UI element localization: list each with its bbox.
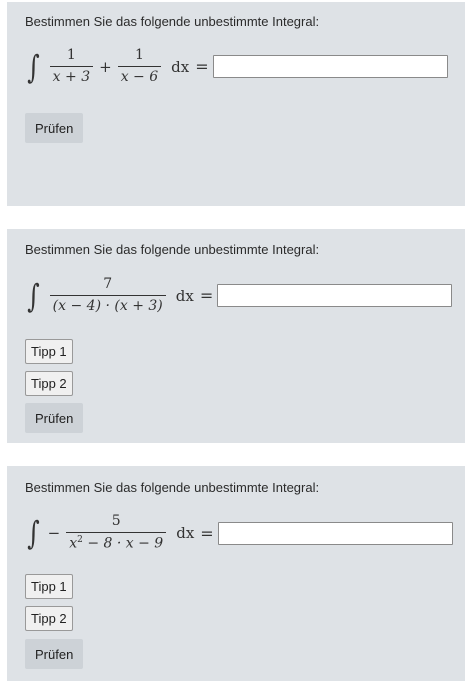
task-prompt: Bestimmen Sie das folgende unbestimmte I…: [25, 14, 320, 29]
answer-input[interactable]: [212, 55, 448, 79]
integral-formula: ∫ 7 (x − 4) · (x + 3) dx =: [25, 276, 453, 315]
denominator: (x − 4) · (x + 3): [49, 295, 166, 314]
denominator: x2 − 8 · x − 9: [66, 532, 167, 553]
numerator: 1: [66, 47, 76, 63]
denominator: x + 3: [49, 66, 94, 85]
integral-formula: ∫ 1 x + 3 + 1 x − 6 dx =: [25, 47, 448, 86]
hint-button-2[interactable]: Tipp 2: [25, 371, 73, 396]
differential: dx: [176, 524, 195, 543]
integral-formula: ∫ − 5 x2 − 8 · x − 9 dx =: [25, 513, 453, 553]
differential: dx: [175, 286, 194, 305]
equals-sign: =: [199, 286, 214, 306]
task-card-2: Bestimmen Sie das folgende unbestimmte I…: [7, 229, 465, 443]
denominator: x − 6: [117, 66, 162, 85]
minus-sign: −: [47, 524, 61, 543]
fraction-1: 7 (x − 4) · (x + 3): [49, 276, 166, 315]
plus-operator: +: [99, 57, 112, 76]
denominator-rest: − 8 · x − 9: [82, 536, 164, 553]
fraction-1: 5 x2 − 8 · x − 9: [66, 513, 167, 553]
task-prompt: Bestimmen Sie das folgende unbestimmte I…: [25, 480, 320, 495]
hint-button-1[interactable]: Tipp 1: [25, 339, 73, 364]
denominator-variable: x: [69, 536, 78, 553]
integral-sign: ∫: [27, 276, 40, 315]
numerator: 1: [134, 47, 144, 63]
task-prompt: Bestimmen Sie das folgende unbestimmte I…: [25, 242, 320, 257]
task-card-3: Bestimmen Sie das folgende unbestimmte I…: [7, 466, 465, 681]
answer-input[interactable]: [217, 521, 453, 545]
fraction-2: 1 x − 6: [117, 47, 162, 86]
fraction-1: 1 x + 3: [49, 47, 94, 86]
numerator: 5: [111, 513, 121, 529]
equals-sign: =: [200, 523, 214, 543]
equals-sign: =: [195, 57, 209, 77]
check-button[interactable]: Prüfen: [25, 403, 84, 433]
differential: dx: [171, 57, 190, 76]
task-card-1: Bestimmen Sie das folgende unbestimmte I…: [7, 2, 465, 206]
integral-sign: ∫: [27, 514, 40, 553]
check-button[interactable]: Prüfen: [25, 113, 84, 143]
integral-sign: ∫: [27, 47, 40, 86]
numerator: 7: [103, 276, 113, 292]
hint-button-2[interactable]: Tipp 2: [25, 606, 73, 631]
check-button[interactable]: Prüfen: [25, 639, 84, 669]
hint-button-1[interactable]: Tipp 1: [25, 574, 73, 599]
answer-input[interactable]: [217, 284, 453, 308]
